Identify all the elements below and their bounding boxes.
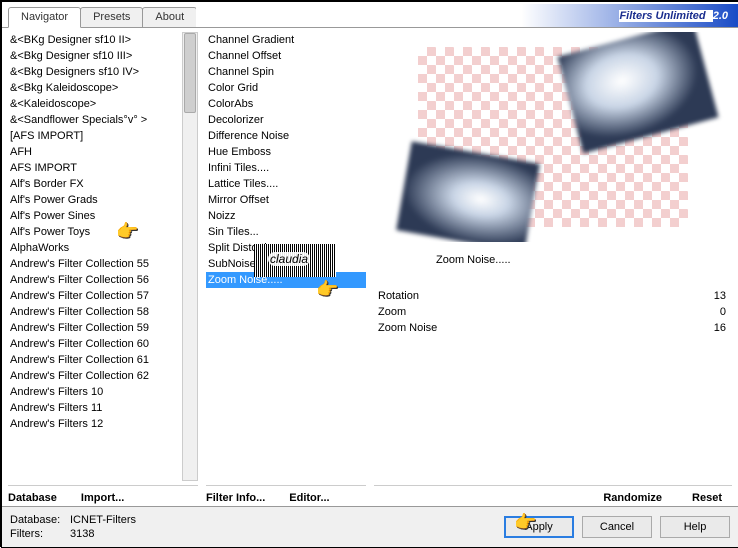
list-item[interactable]: Channel Spin (206, 64, 366, 80)
param-name: Zoom (378, 306, 406, 318)
list-item[interactable]: [AFS IMPORT] (8, 128, 182, 144)
list-item[interactable]: Andrew's Filter Collection 62 (8, 368, 182, 384)
list-item[interactable]: Difference Noise (206, 128, 366, 144)
list-item[interactable]: Mirror Offset (206, 192, 366, 208)
help-button[interactable]: Help (660, 516, 730, 538)
param-row[interactable]: Zoom 0 (378, 304, 726, 320)
filter-info-button[interactable]: Filter Info... (206, 492, 265, 504)
list-item[interactable]: Andrew's Filters 12 (8, 416, 182, 432)
tab-bar: Navigator Presets About Filters Unlimite… (2, 2, 738, 28)
param-value: 16 (714, 322, 726, 334)
list-item[interactable]: &<BKg Designer sf10 II> (8, 32, 182, 48)
list-item[interactable]: Andrew's Filter Collection 55 (8, 256, 182, 272)
list-item[interactable]: &<Bkg Kaleidoscope> (8, 80, 182, 96)
list-item[interactable]: Channel Gradient (206, 32, 366, 48)
database-button[interactable]: Database (8, 492, 57, 504)
scrollbar-thumb[interactable] (184, 33, 196, 113)
list-item[interactable]: Andrew's Filter Collection 56 (8, 272, 182, 288)
import-button[interactable]: Import... (81, 492, 124, 504)
status-info: Database:ICNET-Filters Filters:3138 (10, 513, 136, 541)
randomize-button[interactable]: Randomize (603, 492, 662, 504)
tab-presets[interactable]: Presets (80, 7, 143, 27)
list-item[interactable]: AFH (8, 144, 182, 160)
parameter-panel: Rotation 13 Zoom 0 Zoom Noise 16 (374, 278, 732, 336)
db-value: ICNET-Filters (70, 514, 136, 526)
list-item[interactable]: Alf's Border FX (8, 176, 182, 192)
list-item[interactable]: Infini Tiles.... (206, 160, 366, 176)
list-item[interactable]: Sin Tiles... (206, 224, 366, 240)
selected-filter-name: Zoom Noise..... (336, 254, 732, 266)
list-item[interactable]: &<Bkg Designer sf10 III> (8, 48, 182, 64)
preview-effect (396, 141, 540, 242)
list-item[interactable]: Andrew's Filter Collection 61 (8, 352, 182, 368)
list-item[interactable]: Lattice Tiles.... (206, 176, 366, 192)
list-item[interactable]: Alf's Power Toys (8, 224, 182, 240)
param-row[interactable]: Zoom Noise 16 (378, 320, 726, 336)
list-item[interactable]: &<Bkg Designers sf10 IV> (8, 64, 182, 80)
list-item[interactable]: Decolorizer (206, 112, 366, 128)
list-item[interactable]: Andrew's Filter Collection 57 (8, 288, 182, 304)
param-row[interactable]: Rotation 13 (378, 288, 726, 304)
param-name: Rotation (378, 290, 419, 302)
filters-count-value: 3138 (70, 528, 94, 540)
apply-button[interactable]: Apply (504, 516, 574, 538)
list-item[interactable]: Color Grid (206, 80, 366, 96)
reset-button[interactable]: Reset (692, 492, 722, 504)
app-title: Filters Unlimited 2.0 (196, 4, 738, 27)
list-item[interactable]: Alf's Power Sines (8, 208, 182, 224)
preview-image (418, 47, 688, 227)
list-item[interactable]: Andrew's Filters 10 (8, 384, 182, 400)
list-item[interactable]: Andrew's Filters 11 (8, 400, 182, 416)
list-item[interactable]: Andrew's Filter Collection 60 (8, 336, 182, 352)
editor-button[interactable]: Editor... (289, 492, 329, 504)
tab-navigator[interactable]: Navigator (8, 7, 81, 28)
param-value: 13 (714, 290, 726, 302)
db-label: Database: (10, 513, 70, 527)
list-item[interactable]: Hue Emboss (206, 144, 366, 160)
tab-about[interactable]: About (142, 7, 197, 27)
list-item[interactable]: ColorAbs (206, 96, 366, 112)
title-version: 2.0 (713, 10, 728, 22)
list-item[interactable]: Andrew's Filter Collection 58 (8, 304, 182, 320)
list-item[interactable]: AFS IMPORT (8, 160, 182, 176)
list-item[interactable]: Alf's Power Grads (8, 192, 182, 208)
cancel-button[interactable]: Cancel (582, 516, 652, 538)
list-item[interactable]: &<Sandflower Specials°v° > (8, 112, 182, 128)
list-item[interactable]: &<Kaleidoscope> (8, 96, 182, 112)
preview-effect (557, 32, 718, 153)
list-item[interactable]: Noizz (206, 208, 366, 224)
list-item[interactable]: Andrew's Filter Collection 59 (8, 320, 182, 336)
param-value: 0 (720, 306, 726, 318)
param-name: Zoom Noise (378, 322, 437, 334)
list-item[interactable]: AlphaWorks (8, 240, 182, 256)
category-scrollbar[interactable] (182, 32, 198, 481)
author-logo (254, 244, 336, 277)
category-list[interactable]: &<BKg Designer sf10 II>&<Bkg Designer sf… (8, 32, 182, 481)
filters-count-label: Filters: (10, 527, 70, 541)
preview-area (374, 32, 732, 242)
title-text: Filters Unlimited (619, 10, 712, 22)
list-item[interactable]: Channel Offset (206, 48, 366, 64)
